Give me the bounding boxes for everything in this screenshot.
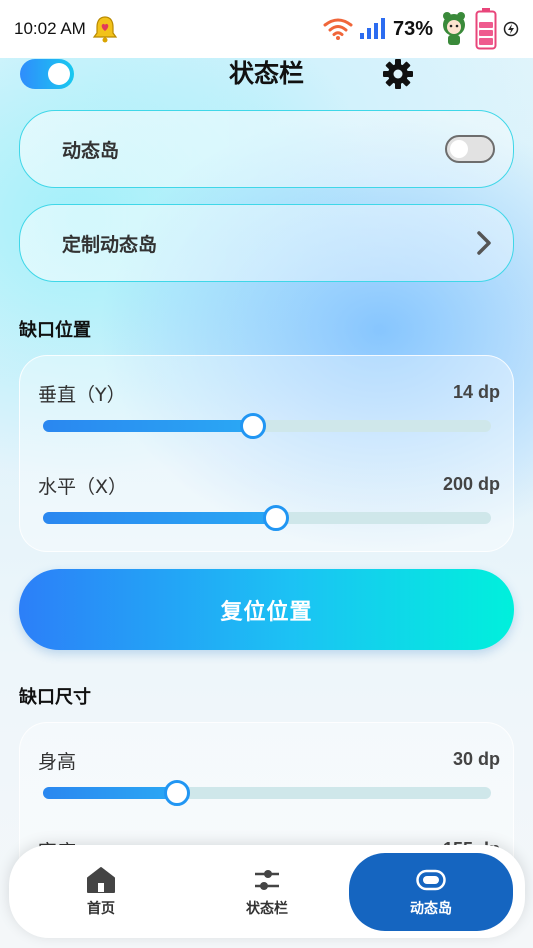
notch-position-title: 缺口位置	[19, 320, 91, 341]
vertical-slider-block: 垂直（Y） 14 dp	[20, 380, 515, 460]
reset-position-button[interactable]: 复位位置	[19, 569, 514, 650]
nav-item-home[interactable]: 首页	[21, 845, 181, 938]
wifi-icon	[323, 18, 353, 40]
pill-icon	[416, 869, 446, 891]
slider-thumb[interactable]	[239, 413, 266, 439]
nav-label-statusbar: 状态栏	[246, 900, 288, 917]
toggle-knob	[450, 140, 468, 158]
sliders-icon	[255, 869, 279, 890]
horizontal-value: 200 dp	[442, 474, 500, 494]
slider-fill	[43, 787, 178, 799]
nav-label-dynamic-island: 动态岛	[410, 901, 452, 917]
horizontal-slider-block: 水平（X） 200 dp	[20, 472, 515, 552]
app-header: 状态栏	[0, 58, 533, 98]
battery-percent: 73%	[392, 17, 433, 40]
height-slider-block: 身高 30 dp	[20, 747, 515, 827]
nav-label-home: 首页	[87, 900, 115, 917]
battery-icon	[475, 8, 497, 50]
custom-island-row[interactable]: 定制动态岛	[19, 204, 514, 282]
vertical-slider[interactable]	[43, 413, 491, 439]
dynamic-island-row[interactable]: 动态岛	[19, 110, 514, 188]
vertical-value: 14 dp	[452, 382, 500, 402]
horizontal-label: 水平（X）	[38, 476, 128, 498]
status-time: 10:02 AM	[14, 19, 86, 38]
avatar-sticker-icon	[443, 12, 465, 45]
signal-icon	[359, 18, 385, 39]
horizontal-slider[interactable]	[43, 505, 491, 531]
bell-heart-icon	[92, 16, 118, 43]
home-icon	[87, 866, 115, 893]
dynamic-island-label: 动态岛	[62, 139, 120, 162]
nav-item-dynamic-island[interactable]: 动态岛	[349, 853, 513, 931]
gear-icon[interactable]	[382, 58, 414, 90]
height-label: 身高	[38, 751, 77, 773]
page-title: 状态栏	[228, 59, 304, 88]
height-slider[interactable]	[43, 780, 491, 806]
nav-item-statusbar[interactable]: 状态栏	[187, 845, 347, 938]
notch-size-title: 缺口尺寸	[19, 687, 91, 708]
charging-icon	[503, 21, 519, 37]
custom-island-label: 定制动态岛	[62, 233, 158, 256]
vertical-label: 垂直（Y）	[38, 384, 126, 406]
slider-thumb[interactable]	[262, 505, 289, 531]
dynamic-island-toggle[interactable]	[445, 135, 495, 163]
height-value: 30 dp	[452, 749, 500, 769]
notch-position-card: 垂直（Y） 14 dp 水平（X） 200 dp	[19, 355, 514, 552]
slider-thumb[interactable]	[164, 780, 191, 806]
system-status-bar: 10:02 AM 73%	[0, 0, 533, 58]
bottom-navigation: 首页 状态栏 动态岛	[9, 845, 525, 938]
reset-position-label: 复位位置	[220, 599, 313, 625]
slider-fill	[43, 420, 253, 432]
chevron-right-icon	[477, 231, 491, 255]
slider-fill	[43, 512, 276, 524]
